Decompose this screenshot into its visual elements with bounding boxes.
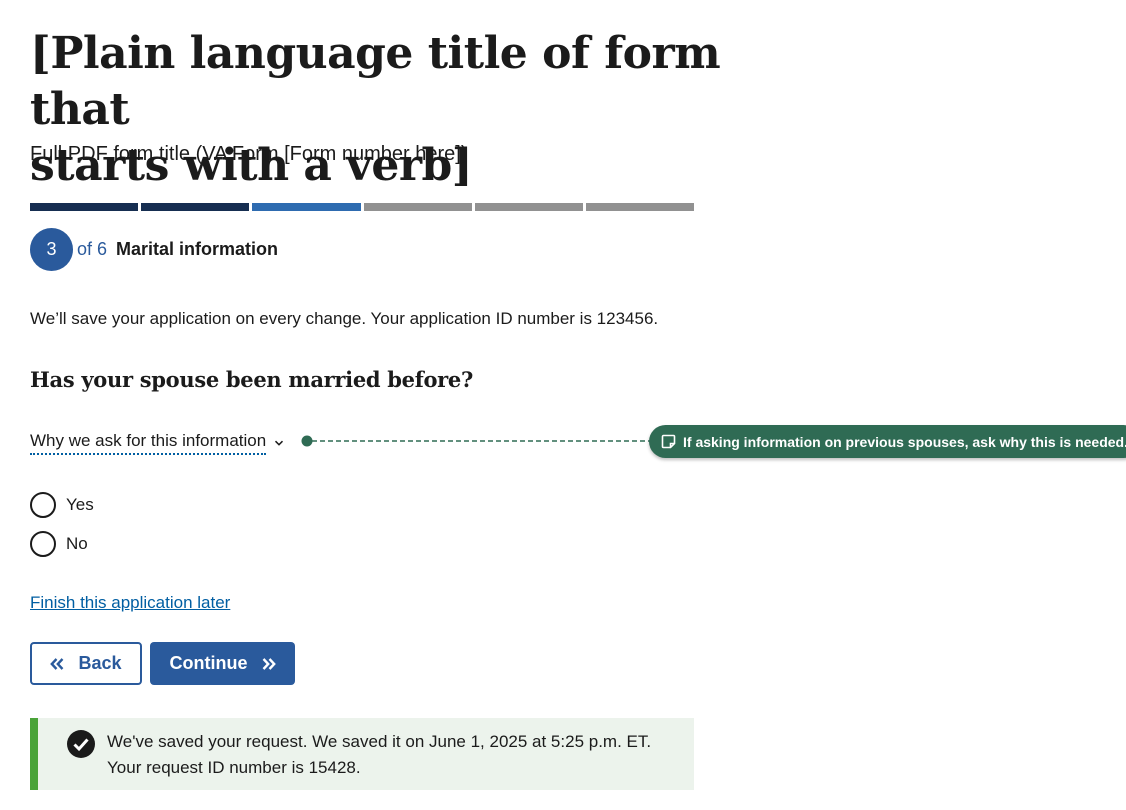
success-alert: We've saved your request. We saved it on… [30,718,694,790]
page-title-line-1: [Plain language title of form that [30,28,721,135]
double-chevron-left-icon [50,657,64,670]
chevron-down-icon [275,440,284,446]
progress-segment-5 [474,203,583,211]
double-chevron-right-icon [262,657,276,670]
radio-button-no[interactable] [30,531,56,557]
radio-button-yes[interactable] [30,492,56,518]
page-title: [Plain language title of form that start… [30,26,730,194]
radio-option-no[interactable]: No [30,531,88,557]
note-icon [661,434,676,449]
save-notice: We’ll save your application on every cha… [30,309,659,328]
progress-segment-2 [141,203,250,211]
radio-label-yes[interactable]: Yes [66,494,94,516]
step-total: of 6 [77,239,108,259]
radio-label-no[interactable]: No [66,533,88,555]
continue-button[interactable]: Continue [150,642,295,685]
alert-line-1: We've saved your request. We saved it on… [107,732,652,751]
finish-later-link[interactable]: Finish this application later [30,592,230,614]
step-number-badge: 3 [30,228,73,271]
form-subtitle: Full PDF form title (VA Form [Form numbe… [30,143,468,165]
question-heading: Has your spouse been married before? [30,367,473,392]
annotation-connector [301,435,652,447]
why-we-ask-toggle[interactable]: Why we ask for this information [30,430,284,455]
why-we-ask-label[interactable]: Why we ask for this information [30,430,267,455]
progress-segment-3 [252,203,361,211]
alert-line-2: Your request ID number is 15428. [107,758,361,777]
progress-segment-6 [585,203,695,211]
check-circle-icon [67,730,95,758]
annotation-text: If asking information on previous spouse… [683,433,1126,450]
annotation-note: If asking information on previous spouse… [649,425,1126,458]
segmented-progress-bar [30,203,695,211]
continue-button-label: Continue [169,653,248,673]
radio-option-yes[interactable]: Yes [30,492,94,518]
step-name: Marital information [116,239,279,259]
alert-message: We've saved your request. We saved it on… [107,729,651,781]
progress-segment-4 [363,203,472,211]
back-button[interactable]: Back [30,642,142,685]
back-button-label: Back [78,653,122,673]
progress-segment-1 [30,203,139,211]
